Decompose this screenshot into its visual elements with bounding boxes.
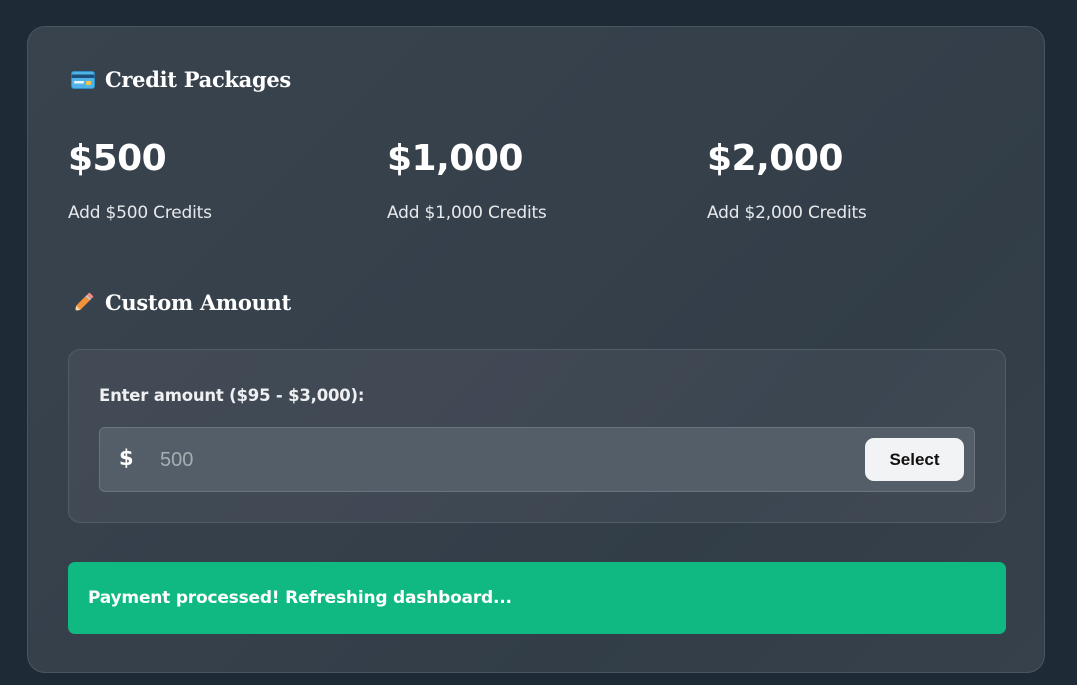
credit-card-icon xyxy=(71,70,95,89)
custom-amount-panel: Enter amount ($95 - $3,000): $ Select xyxy=(68,349,1006,523)
amount-input-group: $ Select xyxy=(99,427,975,492)
credits-card: Credit Packages $500 Add $500 Credits $1… xyxy=(27,26,1045,673)
package-price: $1,000 xyxy=(387,138,523,179)
amount-label: Enter amount ($95 - $3,000): xyxy=(99,386,365,405)
pencil-icon xyxy=(71,291,95,315)
currency-symbol: $ xyxy=(119,446,134,470)
package-description: Add $1,000 Credits xyxy=(387,203,547,223)
status-message-text: Payment processed! Refreshing dashboard.… xyxy=(88,588,512,608)
packages-section-title: Credit Packages xyxy=(71,67,291,92)
package-price: $500 xyxy=(68,138,167,179)
package-price: $2,000 xyxy=(707,138,843,179)
custom-section-title: Custom Amount xyxy=(71,290,291,315)
select-button[interactable]: Select xyxy=(865,438,964,481)
package-500[interactable]: $500 Add $500 Credits xyxy=(68,135,368,223)
packages-title-text: Credit Packages xyxy=(105,67,291,92)
status-message: Payment processed! Refreshing dashboard.… xyxy=(68,562,1006,634)
package-description: Add $500 Credits xyxy=(68,203,212,223)
package-2000[interactable]: $2,000 Add $2,000 Credits xyxy=(707,135,1007,223)
custom-title-text: Custom Amount xyxy=(105,290,291,315)
package-description: Add $2,000 Credits xyxy=(707,203,867,223)
amount-input[interactable] xyxy=(160,440,840,480)
package-1000[interactable]: $1,000 Add $1,000 Credits xyxy=(387,135,687,223)
